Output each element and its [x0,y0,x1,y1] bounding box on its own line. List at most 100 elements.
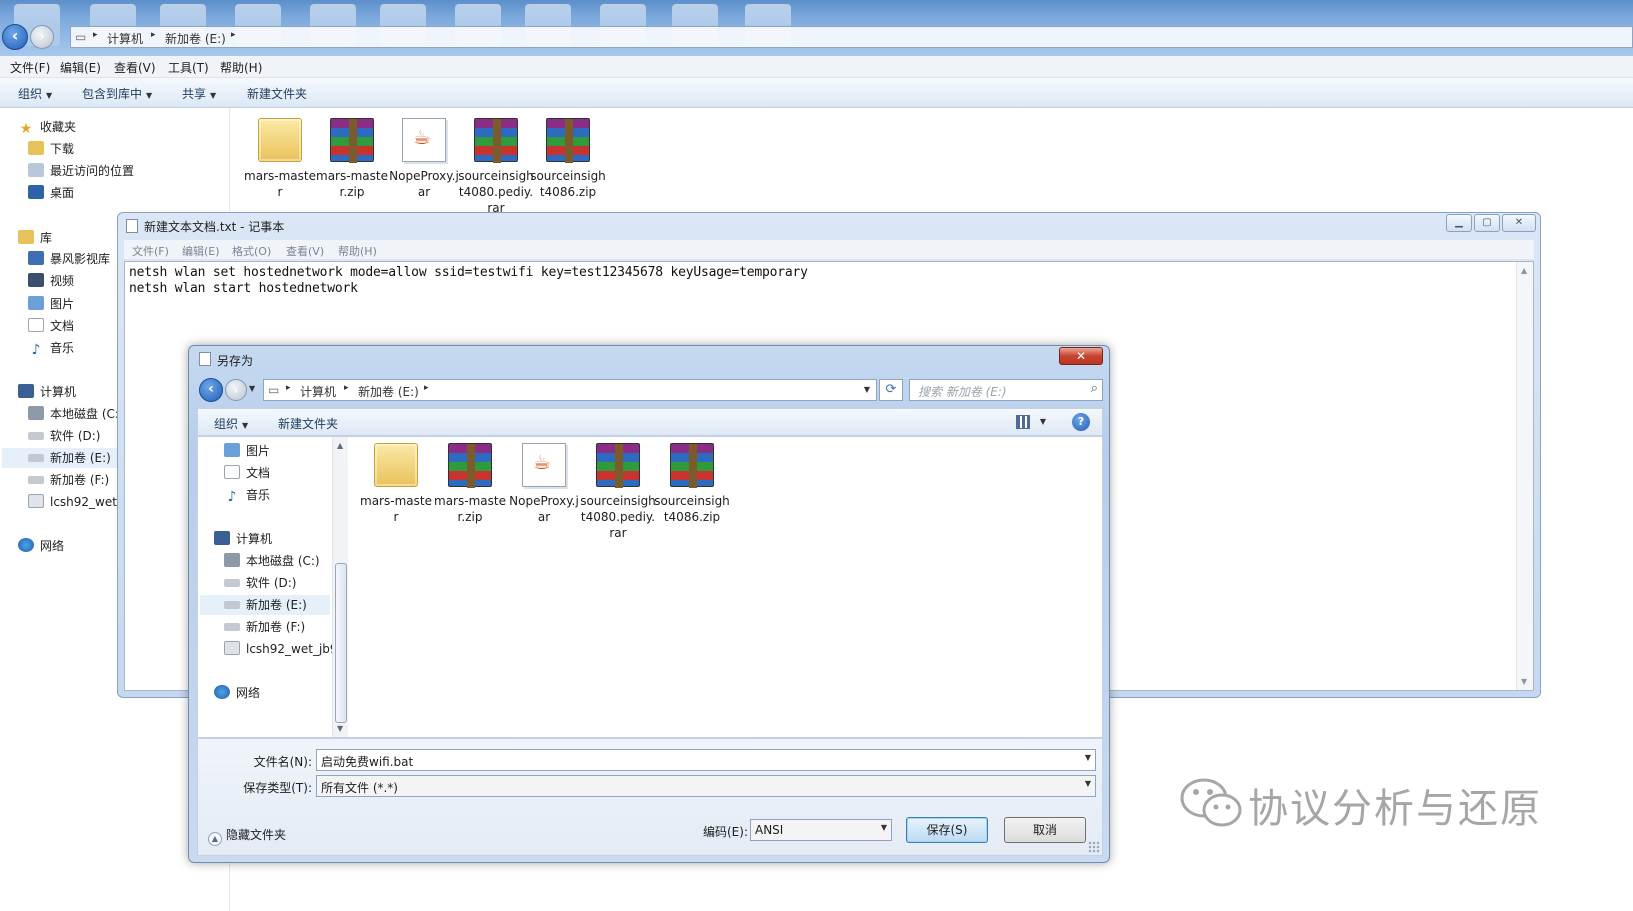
close-button[interactable]: ✕ [1502,214,1536,232]
menu-help[interactable]: 帮助(H) [220,59,262,76]
breadcrumb-separator-icon[interactable]: ▸ [93,30,98,40]
refresh-icon[interactable]: ⟳ [879,379,903,401]
back-arrow-icon[interactable]: ‹ [199,378,223,402]
scroll-up-arrow-icon[interactable]: ▲ [337,441,343,450]
notepad-menu-view[interactable]: 查看(V) [286,243,324,259]
filetype-select[interactable]: 所有文件 (*.*) ▼ [316,775,1096,797]
breadcrumb-drive-e[interactable]: 新加卷 (E:) [358,383,419,400]
back-arrow-icon[interactable]: ‹ [2,24,28,50]
nav-label: 网络 [40,539,65,553]
breadcrumb-separator-icon[interactable]: ▸ [286,383,291,393]
nav-computer[interactable]: 计算机 [18,382,76,402]
dialog-search-input[interactable]: 搜索 新加卷 (E:) ⌕ [909,379,1103,401]
dropdown-caret-icon[interactable]: ▼ [881,823,887,832]
file-item-folder[interactable]: mars-master [358,443,434,525]
file-item-jar[interactable]: NopeProxy.jar [506,443,582,525]
nav-libraries[interactable]: 库 [18,228,52,248]
nav-drive-f[interactable]: 新加卷 (F:) [28,470,109,490]
explorer-address-bar[interactable]: ▭ ▸ 计算机 ▸ 新加卷 (E:) ▸ [70,26,1633,48]
forward-arrow-icon[interactable]: › [30,25,54,49]
new-folder-button[interactable]: 新建文件夹 [247,85,307,102]
cancel-button[interactable]: 取消 [1004,817,1086,843]
search-icon[interactable]: ⌕ [1091,381,1098,396]
file-item-archive[interactable]: mars-master.zip [432,443,508,525]
file-item-archive[interactable]: sourceinsight4086.zip [530,118,606,200]
dropdown-caret-icon[interactable]: ▼ [1085,753,1091,762]
nav-storm-library[interactable]: 暴风影视库 [28,249,110,269]
file-item-archive[interactable]: sourceinsight4086.zip [654,443,730,525]
include-in-library-button[interactable]: 包含到库中 ▼ [82,85,152,102]
nav-desktop[interactable]: 桌面 [28,183,74,203]
nav-label: 软件 (D:) [246,576,297,590]
nav-local-disk-c[interactable]: 本地磁盘 (C:) [28,404,124,424]
breadcrumb-separator-icon[interactable]: ▸ [151,30,156,40]
nav-pictures[interactable]: 图片 [28,294,74,314]
file-name: NopeProxy.jar [389,169,459,199]
nav-drive-f[interactable]: 新加卷 (F:) [224,617,305,637]
breadcrumb-computer[interactable]: 计算机 [107,30,143,47]
nav-network[interactable]: 网络 [214,683,260,703]
nav-downloads[interactable]: 下载 [28,139,74,159]
nav-drive-d[interactable]: 软件 (D:) [224,573,296,593]
file-item-folder[interactable]: mars-master [242,118,318,200]
nav-drive-d[interactable]: 软件 (D:) [28,426,100,446]
menu-edit[interactable]: 编辑(E) [60,59,101,76]
help-icon[interactable]: ? [1072,413,1090,431]
file-item-archive[interactable]: mars-master.zip [314,118,390,200]
breadcrumb-separator-icon[interactable]: ▸ [344,383,349,393]
organize-button[interactable]: 组织 ▼ [214,415,248,432]
resize-grip-icon[interactable] [1088,841,1100,853]
nav-network-location[interactable]: lcsh92_wet_jb9 [224,639,338,659]
nav-pictures[interactable]: 图片 [224,441,270,461]
hide-folders-toggle[interactable]: ▲ 隐藏文件夹 [208,826,286,846]
dialog-close-button[interactable]: ✕ [1059,347,1103,365]
notepad-menu-help[interactable]: 帮助(H) [338,243,377,259]
encoding-select[interactable]: ANSI ▼ [750,819,892,841]
forward-arrow-icon[interactable]: › [225,379,247,401]
save-button[interactable]: 保存(S) [906,817,988,843]
file-item-jar[interactable]: NopeProxy.jar [386,118,462,200]
nav-documents[interactable]: 文档 [224,463,270,483]
nav-drive-e[interactable]: 新加卷 (E:) [200,595,330,615]
menu-view[interactable]: 查看(V) [114,59,156,76]
nav-videos[interactable]: 视频 [28,271,74,291]
nav-recent-places[interactable]: 最近访问的位置 [28,161,134,181]
filename-input[interactable]: 启动免费wifi.bat ▼ [316,749,1096,771]
file-item-archive[interactable]: sourceinsight4080.pediy.rar [458,118,534,216]
address-dropdown-icon[interactable]: ▼ [864,385,870,394]
scroll-down-arrow-icon[interactable]: ▼ [1521,677,1527,686]
nav-network[interactable]: 网络 [18,536,64,556]
notepad-menu-format[interactable]: 格式(O) [232,243,271,259]
nav-network-location[interactable]: lcsh92_wet_j [28,492,126,512]
nav-music[interactable]: ♪ 音乐 [28,338,74,358]
nav-local-disk-c[interactable]: 本地磁盘 (C:) [224,551,320,571]
change-view-icon[interactable] [1016,415,1030,429]
breadcrumb-separator-icon[interactable]: ▸ [231,30,236,40]
breadcrumb-drive-e[interactable]: 新加卷 (E:) [165,30,226,47]
view-dropdown-caret-icon[interactable]: ▼ [1040,417,1046,426]
scrollbar-thumb[interactable] [335,563,347,723]
scroll-down-arrow-icon[interactable]: ▼ [337,724,343,733]
breadcrumb-computer[interactable]: 计算机 [300,383,336,400]
nav-music[interactable]: ♪ 音乐 [224,485,270,505]
nav-documents[interactable]: 文档 [28,316,74,336]
maximize-button[interactable]: ▢ [1474,214,1500,232]
new-folder-button[interactable]: 新建文件夹 [278,415,338,432]
notepad-menu-edit[interactable]: 编辑(E) [182,243,220,259]
minimize-button[interactable]: ▁ [1446,214,1472,232]
dialog-nav-scrollbar[interactable]: ▲ ▼ [332,437,348,737]
share-button[interactable]: 共享 ▼ [182,85,216,102]
scroll-up-arrow-icon[interactable]: ▲ [1521,266,1527,275]
recent-pages-caret-icon[interactable]: ▼ [249,384,255,393]
notepad-menu-file[interactable]: 文件(F) [132,243,169,259]
nav-favorites[interactable]: ★ 收藏夹 [18,117,76,137]
organize-button[interactable]: 组织 ▼ [18,85,52,102]
notepad-vertical-scrollbar[interactable]: ▲ ▼ [1516,262,1533,690]
breadcrumb-separator-icon[interactable]: ▸ [424,383,429,393]
nav-computer[interactable]: 计算机 [214,529,272,549]
menu-file[interactable]: 文件(F) [10,59,50,76]
dialog-address-bar[interactable]: ▭ ▸ 计算机 ▸ 新加卷 (E:) ▸ ▼ [263,379,877,401]
menu-tools[interactable]: 工具(T) [168,59,209,76]
file-item-archive[interactable]: sourceinsight4080.pediy.rar [580,443,656,541]
dropdown-caret-icon[interactable]: ▼ [1085,779,1091,788]
